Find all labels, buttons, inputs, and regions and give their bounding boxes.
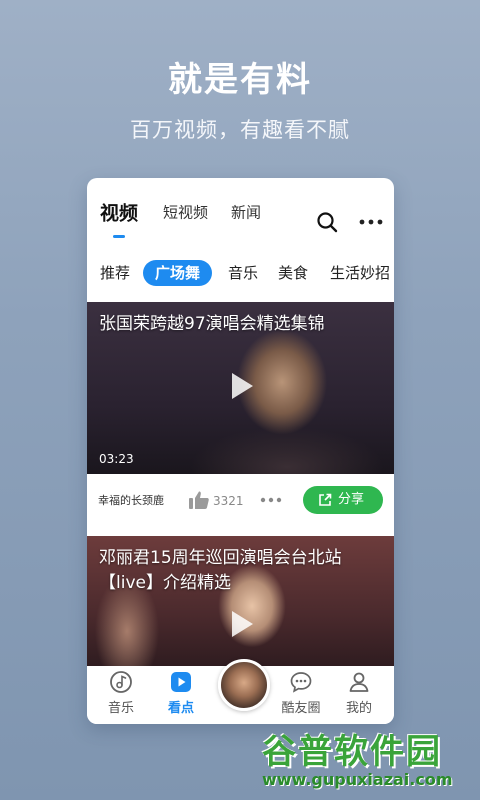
nav-label: 看点 xyxy=(167,701,194,716)
thumbs-up-icon[interactable] xyxy=(188,490,210,510)
category-chips: 推荐 广场舞 音乐 美食 生活妙招 xyxy=(87,260,394,290)
play-icon[interactable] xyxy=(220,604,260,644)
bottom-nav: 音乐 看点 酷友圈 我的 xyxy=(87,659,394,724)
chip-food[interactable]: 美食 xyxy=(278,260,308,286)
music-icon xyxy=(110,671,132,693)
more-dots-icon[interactable] xyxy=(260,497,282,503)
search-icon[interactable] xyxy=(316,211,338,233)
share-icon xyxy=(319,493,332,506)
promo-subtitle: 百万视频，有趣看不腻 xyxy=(130,118,350,142)
active-tab-indicator xyxy=(113,235,125,238)
nav-kuyouquan[interactable]: 酷友圈 xyxy=(271,670,331,716)
video-meta-row: 幸福的长颈鹿 3321 分享 xyxy=(87,474,394,528)
chip-recommend[interactable]: 推荐 xyxy=(100,260,130,286)
phone-screen: 视频 短视频 新闻 推荐 广场舞 音乐 美食 生活妙招 张国荣跨越97演唱会精选… xyxy=(87,178,394,724)
share-button[interactable]: 分享 xyxy=(303,486,383,514)
tab-video[interactable]: 视频 xyxy=(100,199,138,226)
play-icon[interactable] xyxy=(220,366,260,406)
person-icon xyxy=(349,672,369,692)
watermark-logo: 谷普软件园 www.gupuxiazai.com xyxy=(252,724,476,796)
chip-music[interactable]: 音乐 xyxy=(228,260,258,286)
video-duration: 03:23 xyxy=(99,452,134,466)
video-title: 邓丽君15周年巡回演唱会台北站【live】介绍精选 xyxy=(99,548,342,593)
chip-life-tips[interactable]: 生活妙招 xyxy=(330,260,390,286)
video-card[interactable]: 张国荣跨越97演唱会精选集锦 03:23 xyxy=(87,302,394,474)
more-icon[interactable] xyxy=(358,218,384,226)
nav-label: 酷友圈 xyxy=(281,701,321,716)
avatar[interactable] xyxy=(218,659,270,711)
watermark-title: 谷普软件园 xyxy=(262,732,442,772)
author-name[interactable]: 幸福的长颈鹿 xyxy=(98,492,164,508)
nav-label: 我的 xyxy=(345,701,372,716)
chat-icon xyxy=(290,672,312,693)
share-label: 分享 xyxy=(338,492,365,507)
like-count: 3321 xyxy=(213,494,244,508)
nav-label: 音乐 xyxy=(107,701,134,716)
video-card[interactable]: 邓丽君15周年巡回演唱会台北站【live】介绍精选 xyxy=(87,536,394,666)
nav-kandian[interactable]: 看点 xyxy=(151,670,211,716)
tab-short-video[interactable]: 短视频 xyxy=(163,202,208,223)
video-title: 张国荣跨越97演唱会精选集锦 xyxy=(99,314,325,334)
play-square-icon xyxy=(171,672,191,692)
top-tab-bar: 视频 短视频 新闻 xyxy=(87,178,394,238)
nav-music[interactable]: 音乐 xyxy=(91,670,151,716)
tab-news[interactable]: 新闻 xyxy=(231,202,261,223)
promo-title: 就是有料 xyxy=(168,60,312,100)
chip-square-dance[interactable]: 广场舞 xyxy=(143,260,213,286)
watermark-url: www.gupuxiazai.com xyxy=(262,770,453,789)
nav-mine[interactable]: 我的 xyxy=(329,670,389,716)
